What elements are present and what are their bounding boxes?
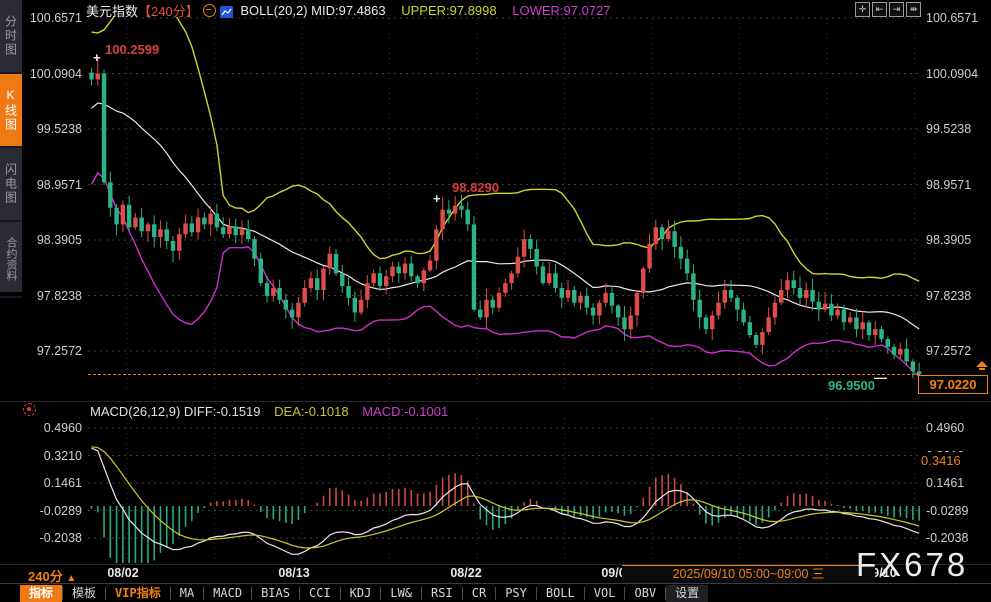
- chart-tool-buttons: ✛⇤⇥⇻: [855, 2, 921, 17]
- price-axis-label-left: 98.9571: [26, 178, 82, 192]
- toolbar-item-CCI[interactable]: CCI: [300, 585, 340, 602]
- period-label: 240分: [28, 569, 63, 584]
- price-axis-label-right: 97.8238: [926, 289, 982, 303]
- spike-high-annotation: 100.2599: [105, 42, 159, 57]
- macd-axis-label-left: -0.2038: [26, 531, 82, 545]
- price-axis-label-right: 99.5238: [926, 122, 982, 136]
- price-axis-label-right: 100.0904: [926, 67, 982, 81]
- price-axis-label-left: 97.2572: [26, 344, 82, 358]
- price-axis-label-left: 99.5238: [26, 122, 82, 136]
- macd-axis-label-right: -0.2038: [926, 531, 982, 545]
- toolbar-item-RSI[interactable]: RSI: [422, 585, 462, 602]
- toolbar-item-MACD[interactable]: MACD: [204, 585, 251, 602]
- trading-app-window: 分时图K线图闪电图合约资料 美元指数【240分】 BOLL(20,2) MID:…: [0, 0, 991, 602]
- indicator-toolbar: 指标模板VIP指标MAMACDBIASCCIKDJLW&RSICRPSYBOLL…: [0, 583, 991, 602]
- price-axis-label-right: 98.9571: [926, 178, 982, 192]
- toolbar-item-OBV[interactable]: OBV: [625, 585, 665, 602]
- macd-axis-label-left: 0.3210: [26, 449, 82, 463]
- toolbar-item-VOL[interactable]: VOL: [585, 585, 625, 602]
- watermark: FX678: [856, 546, 968, 584]
- toolbar-item-BIAS[interactable]: BIAS: [252, 585, 299, 602]
- boll-lower-label: LOWER:97.0727: [512, 3, 610, 18]
- boll-upper-label: UPPER:97.8998: [401, 3, 496, 18]
- final-low-annotation: 96.9500: [828, 378, 875, 393]
- toolbar-item-VIP指标[interactable]: VIP指标: [106, 585, 170, 602]
- sidebar-tab-4[interactable]: 合约资料: [0, 222, 22, 298]
- last-price-line: [88, 374, 920, 375]
- toolbar-item-指标[interactable]: 指标: [20, 585, 62, 602]
- chart-type-sidebar: 分时图K线图闪电图合约资料: [0, 0, 22, 292]
- x-axis-label: 08/02: [107, 566, 138, 580]
- pan-move-icon[interactable]: ✛: [855, 2, 870, 17]
- price-axis-label-left: 97.8238: [26, 289, 82, 303]
- spike-high-marker: +: [93, 50, 101, 65]
- macd-current-value-box: 0.3416: [918, 452, 991, 469]
- macd-macd-label: MACD:-0.1001: [362, 404, 448, 419]
- toolbar-item-KDJ[interactable]: KDJ: [341, 585, 381, 602]
- toolbar-item-PSY[interactable]: PSY: [496, 585, 536, 602]
- macd-axis-label-left: 0.4960: [26, 421, 82, 435]
- price-macd-chart-canvas: [0, 0, 991, 602]
- macd-diff-label: MACD(26,12,9) DIFF:-0.1519: [90, 404, 261, 419]
- toolbar-item-CR[interactable]: CR: [463, 585, 495, 602]
- crosshair-date-tooltip: 2025/09/10 05:00~09:00 三: [622, 565, 875, 583]
- price-axis-label-left: 100.0904: [26, 67, 82, 81]
- price-axis-label-right: 98.3905: [926, 233, 982, 247]
- macd-axis-label-left: -0.0289: [26, 504, 82, 518]
- axis-zoom-left-icon[interactable]: ⇤: [872, 2, 887, 17]
- macd-header: MACD(26,12,9) DIFF:-0.1519 DEA:-0.1018 M…: [90, 404, 448, 419]
- boll-mid-label: BOLL(20,2) MID:97.4863: [240, 3, 385, 18]
- toolbar-item-BOLL[interactable]: BOLL: [537, 585, 584, 602]
- macd-dea-label: DEA:-0.1018: [274, 404, 348, 419]
- pane-divider: [0, 401, 991, 402]
- sidebar-tab-3[interactable]: 闪电图: [0, 148, 22, 222]
- swing-high-annotation: 98.8290: [452, 180, 499, 195]
- macd-axis-label-right: -0.0289: [926, 504, 982, 518]
- macd-axis-label-left: 0.1461: [26, 476, 82, 490]
- chart-header: 美元指数【240分】 BOLL(20,2) MID:97.4863 UPPER:…: [86, 1, 611, 17]
- period-tag: 【240分】: [138, 4, 199, 19]
- price-axis-label-left: 98.3905: [26, 233, 82, 247]
- toolbar-item-MA[interactable]: MA: [171, 585, 203, 602]
- x-axis-label: 08/13: [278, 566, 309, 580]
- macd-axis-label-right: 0.1461: [926, 476, 982, 490]
- toolbar-item-设置[interactable]: 设置: [666, 585, 708, 602]
- indicator-settings-icon[interactable]: [23, 403, 36, 416]
- sidebar-tab-1[interactable]: 分时图: [0, 0, 22, 74]
- final-low-marker: —: [874, 370, 887, 385]
- swing-high-marker: +: [433, 191, 441, 206]
- symbol-title: 美元指数: [86, 4, 138, 19]
- price-alert-arrow-icon: [974, 360, 990, 374]
- toolbar-item-LW&[interactable]: LW&: [381, 585, 421, 602]
- collapse-icon[interactable]: [203, 4, 216, 17]
- last-price-box: 97.0220: [918, 375, 988, 394]
- axis-zoom-right-icon[interactable]: ⇥: [889, 2, 904, 17]
- pan-right-icon[interactable]: ⇻: [906, 2, 921, 17]
- x-axis-label: 08/22: [450, 566, 481, 580]
- chart-type-icon[interactable]: [220, 6, 233, 18]
- sidebar-tab-2[interactable]: K线图: [0, 74, 22, 148]
- price-axis-label-right: 97.2572: [926, 344, 982, 358]
- price-axis-label-right: 100.6571: [926, 11, 982, 25]
- toolbar-item-模板[interactable]: 模板: [63, 585, 105, 602]
- macd-axis-label-right: 0.4960: [926, 421, 982, 435]
- price-axis-label-left: 100.6571: [26, 11, 82, 25]
